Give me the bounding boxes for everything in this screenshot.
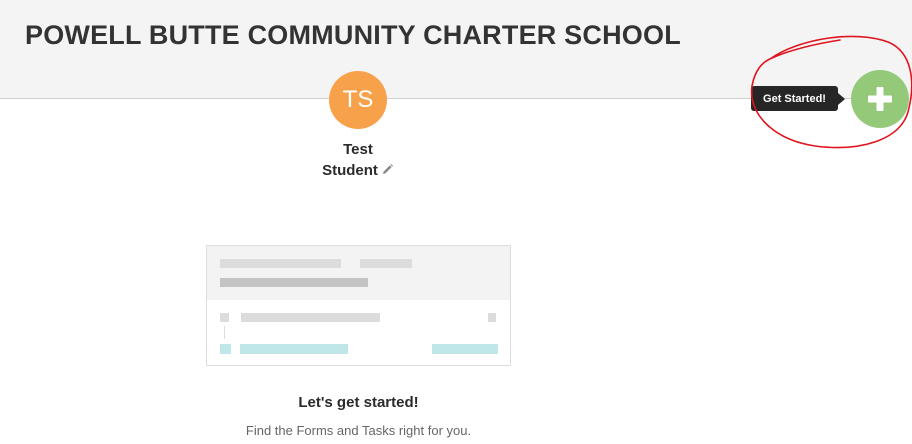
- empty-state-heading: Let's get started!: [298, 394, 419, 411]
- placeholder-square: [220, 313, 229, 322]
- placeholder-bar: [432, 344, 498, 354]
- student-first-name: Test: [343, 141, 373, 158]
- placeholder-bar: [220, 278, 368, 287]
- illustration-header: [207, 246, 510, 300]
- placeholder-square: [488, 313, 496, 322]
- placeholder-bar: [240, 344, 348, 354]
- empty-state-subtext: Find the Forms and Tasks right for you.: [245, 423, 472, 438]
- get-started-tooltip: Get Started!: [751, 86, 845, 111]
- placeholder-line: [224, 326, 225, 339]
- school-title: POWELL BUTTE COMMUNITY CHARTER SCHOOL: [25, 20, 681, 50]
- student-last-name: Student: [322, 162, 378, 179]
- student-name: Test Student: [300, 139, 416, 182]
- pencil-icon[interactable]: [381, 161, 394, 182]
- empty-state-illustration: [206, 245, 511, 366]
- placeholder-bar: [220, 259, 341, 268]
- placeholder-bar: [241, 313, 380, 322]
- plus-icon: [868, 87, 892, 111]
- avatar: TS: [329, 71, 387, 129]
- placeholder-square: [220, 344, 231, 354]
- placeholder-bar: [360, 259, 412, 268]
- page-header: POWELL BUTTE COMMUNITY CHARTER SCHOOL: [0, 0, 912, 99]
- student-last-name-row: Student: [300, 160, 416, 182]
- get-started-button[interactable]: [851, 70, 909, 128]
